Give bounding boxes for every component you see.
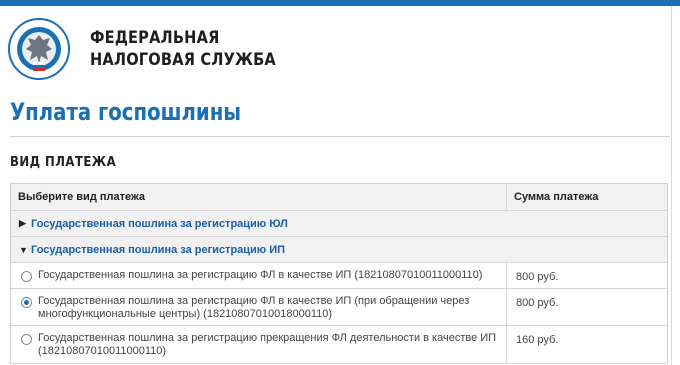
payment-type-table: Выберите вид платежа Сумма платежа ▶ Гос… bbox=[10, 183, 668, 364]
table-header-row: Выберите вид платежа Сумма платежа bbox=[11, 184, 667, 211]
top-accent-strip bbox=[0, 0, 680, 6]
org-name: ФЕДЕРАЛЬНАЯ НАЛОГОВАЯ СЛУЖБА bbox=[90, 27, 276, 71]
payment-option-1[interactable]: Государственная пошлина за регистрацию Ф… bbox=[11, 263, 507, 288]
group-toggle-ip[interactable]: ▼ Государственная пошлина за регистрацию… bbox=[11, 237, 667, 262]
group-label-ip: Государственная пошлина за регистрацию И… bbox=[31, 243, 286, 256]
payment-option-row: Государственная пошлина за регистрацию Ф… bbox=[11, 263, 667, 289]
group-toggle-ul[interactable]: ▶ Государственная пошлина за регистрацию… bbox=[11, 211, 667, 236]
group-row-ip: ▼ Государственная пошлина за регистрацию… bbox=[11, 237, 667, 263]
payment-sum: 160 руб. bbox=[516, 334, 559, 346]
column-header-sum: Сумма платежа bbox=[514, 191, 599, 203]
page-title: Уплата госпошлины bbox=[10, 98, 242, 126]
payment-sum: 800 руб. bbox=[516, 297, 559, 309]
payment-option-label: Государственная пошлина за регистрацию Ф… bbox=[38, 295, 469, 321]
org-name-line1: ФЕДЕРАЛЬНАЯ bbox=[90, 28, 220, 48]
section-title: ВИД ПЛАТЕЖА bbox=[10, 155, 117, 170]
radio-button[interactable] bbox=[21, 334, 32, 345]
payment-option-row: Государственная пошлина за регистрацию Ф… bbox=[11, 289, 667, 326]
payment-option-3[interactable]: Государственная пошлина за регистрацию п… bbox=[11, 326, 507, 363]
payment-option-label-line2: (18210807010011000110) bbox=[38, 345, 167, 357]
payment-option-2[interactable]: Государственная пошлина за регистрацию Ф… bbox=[11, 289, 507, 325]
payment-sum: 800 руб. bbox=[516, 271, 559, 283]
triangle-down-icon: ▼ bbox=[19, 244, 28, 255]
payment-option-label-line2: многофункциональные центры) (18210807010… bbox=[38, 308, 333, 320]
site-header: ФЕДЕРАЛЬНАЯ НАЛОГОВАЯ СЛУЖБА bbox=[8, 14, 306, 84]
triangle-right-icon: ▶ bbox=[19, 218, 26, 228]
payment-option-label: Государственная пошлина за регистрацию Ф… bbox=[38, 269, 483, 281]
column-header-type: Выберите вид платежа bbox=[11, 184, 507, 210]
fns-emblem-logo[interactable] bbox=[8, 18, 70, 80]
payment-option-label-line1: Государственная пошлина за регистрацию п… bbox=[38, 332, 497, 344]
page-edge-divider bbox=[671, 6, 672, 365]
group-label-ul: Государственная пошлина за регистрацию Ю… bbox=[31, 217, 288, 230]
title-divider bbox=[10, 136, 670, 137]
radio-button[interactable] bbox=[21, 271, 32, 282]
radio-button-selected[interactable] bbox=[21, 297, 32, 308]
payment-option-label-line1: Государственная пошлина за регистрацию Ф… bbox=[38, 295, 470, 307]
payment-option-label: Государственная пошлина за регистрацию п… bbox=[38, 332, 496, 358]
group-row-ul: ▶ Государственная пошлина за регистрацию… bbox=[11, 211, 667, 237]
org-name-line2: НАЛОГОВАЯ СЛУЖБА bbox=[90, 50, 276, 70]
payment-option-row: Государственная пошлина за регистрацию п… bbox=[11, 326, 667, 364]
